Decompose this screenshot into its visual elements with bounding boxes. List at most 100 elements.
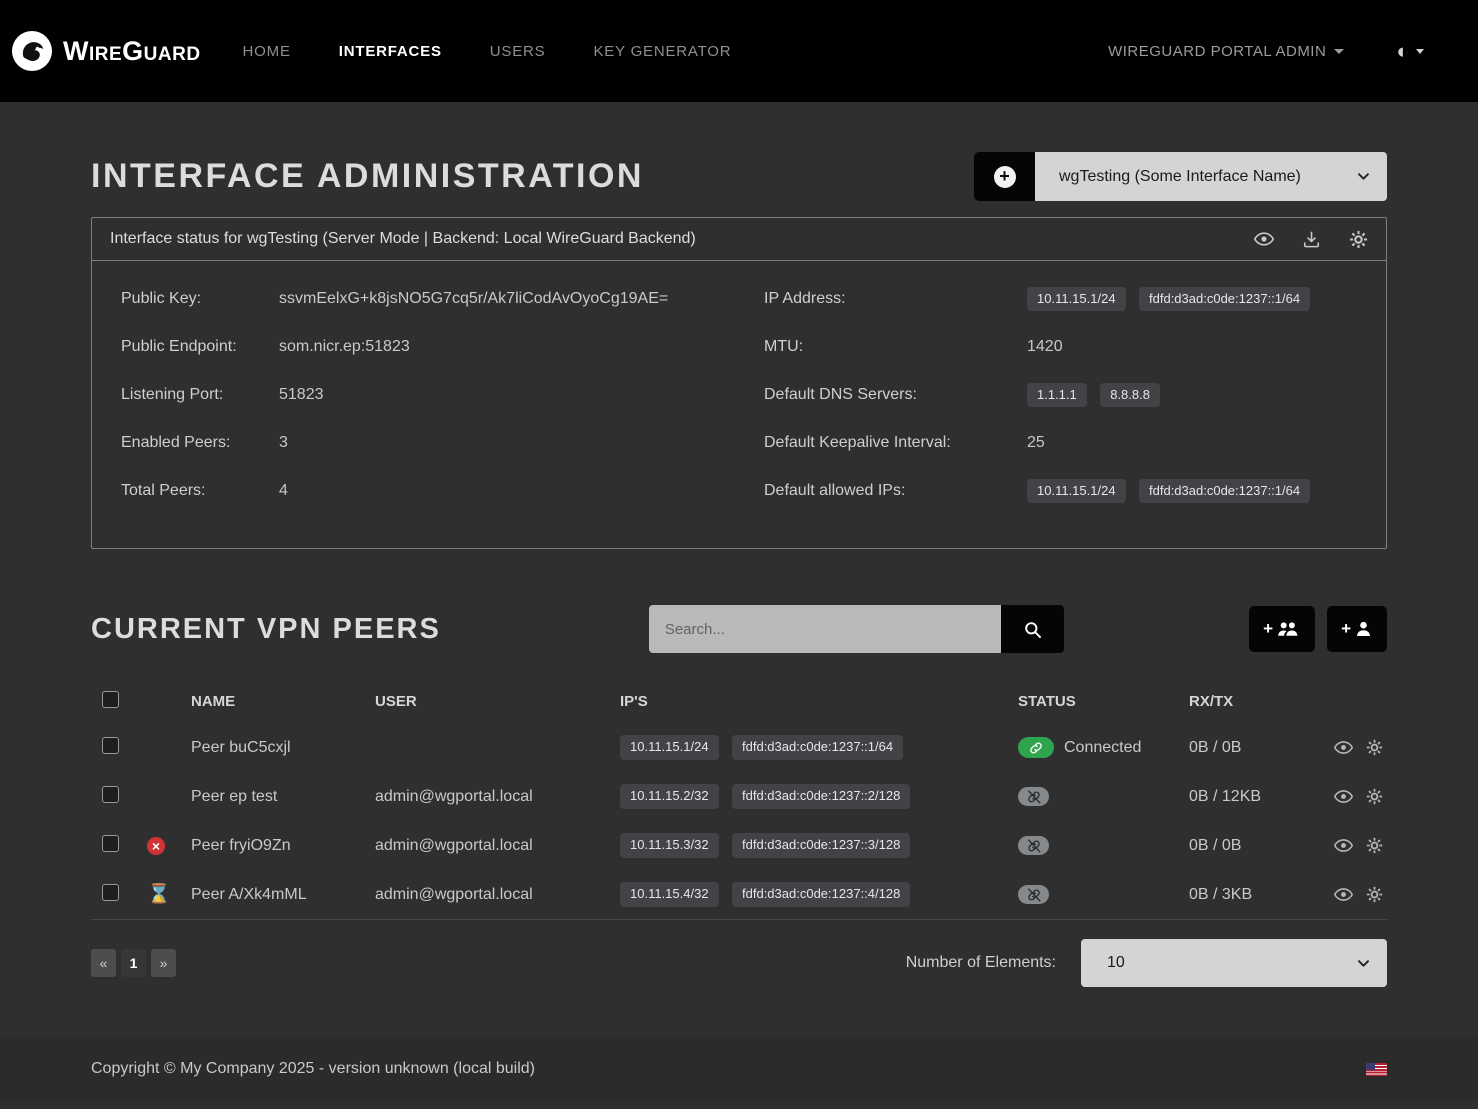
field-label: Default allowed IPs: [764,482,1027,500]
peer-status [1018,885,1189,904]
elements-select[interactable]: 10 [1081,939,1387,987]
user-menu-dropdown[interactable]: WIREGUARD PORTAL ADMIN [1108,43,1344,60]
ip-badge: 10.11.15.3/32 [620,833,719,857]
peer-name: Peer ep test [191,788,375,806]
row-checkbox[interactable] [102,884,119,901]
interface-card-tools [1254,229,1368,249]
field-label: Total Peers: [121,482,279,500]
download-icon [1302,230,1321,249]
peer-actions [1323,885,1387,904]
peer-flag: × ⌛ [147,837,191,855]
field-value: 51823 [279,386,324,404]
field-label: IP Address: [764,290,1027,308]
copyright-text: Copyright © My Company 2025 - version un… [91,1060,535,1078]
peer-rxtx: 0B / 0B [1189,739,1323,757]
ip-badge: fdfd:d3ad:c0de:1237::1/64 [1139,479,1310,503]
download-config-button[interactable] [1302,230,1321,249]
row-checkbox[interactable] [102,786,119,803]
ip-badge: 10.11.15.1/24 [620,735,719,759]
nav-item-interfaces[interactable]: INTERFACES [339,43,442,60]
table-footer: « 1 » Number of Elements: 10 [91,939,1387,987]
nav-item-home[interactable]: HOME [243,43,291,60]
add-multiple-peers-button[interactable]: + [1249,606,1315,652]
peer-actions [1323,836,1387,855]
peer-user: admin@wgportal.local [375,788,620,806]
peer-settings-button[interactable] [1366,787,1383,806]
link-slash-icon [1018,787,1049,806]
search-button[interactable] [1001,605,1064,653]
column-header-ips: IP'S [620,693,1018,710]
search-icon [1023,620,1042,639]
theme-toggle-dropdown[interactable]: ◐ [1396,41,1424,62]
wireguard-logo-icon [10,29,54,73]
dns-badge: 1.1.1.1 [1027,383,1087,407]
elements-per-page: Number of Elements: 10 [906,939,1387,987]
field-value: ssvmEelxG+k8jsNO5G7cq5r/Ak7liCodAvOyoCg1… [279,290,668,308]
nav-item-key-generator[interactable]: KEY GENERATOR [593,43,731,60]
field-label: Public Endpoint: [121,338,279,356]
ip-badge: 10.11.15.1/24 [1027,287,1126,311]
peer-settings-button[interactable] [1366,738,1383,757]
peer-view-button[interactable] [1334,885,1353,904]
peer-settings-button[interactable] [1366,836,1383,855]
eye-icon [1334,836,1353,855]
pagination: « 1 » [91,949,176,977]
badge-group: 10.11.15.1/24 fdfd:d3ad:c0de:1237::1/64 [1027,287,1319,311]
pagination-page-1[interactable]: 1 [121,949,146,977]
interface-card-body: Public Key: ssvmEelxG+k8jsNO5G7cq5r/Ak7l… [92,261,1386,548]
peer-user: admin@wgportal.local [375,837,620,855]
field-label: Public Key: [121,290,279,308]
select-all-checkbox[interactable] [102,691,119,708]
add-peer-button[interactable]: + [1327,606,1387,652]
peer-ips: 10.11.15.1/24 fdfd:d3ad:c0de:1237::1/64 [620,735,1018,759]
link-slash-icon [1018,885,1049,904]
top-navbar: WireGuard HOME INTERFACES USERS KEY GENE… [0,0,1478,102]
interface-settings-button[interactable] [1349,230,1368,249]
peer-user: admin@wgportal.local [375,886,620,904]
us-flag-icon[interactable] [1366,1063,1387,1076]
peer-search [649,605,1064,653]
plus-circle-icon: + [994,166,1016,188]
pagination-next-button[interactable]: » [151,949,176,977]
peer-ips: 10.11.15.2/32 fdfd:d3ad:c0de:1237::2/128 [620,784,1018,808]
interface-select-value: wgTesting (Some Interface Name) [1059,168,1301,186]
interface-card-header: Interface status for wgTesting (Server M… [92,218,1386,261]
table-row: × ⌛ Peer fryiO9Zn admin@wgportal.local 1… [91,821,1387,870]
peer-settings-button[interactable] [1366,885,1383,904]
add-interface-button[interactable]: + [974,152,1035,201]
plus-icon: + [1263,619,1273,639]
ip-badge: 10.11.15.1/24 [1027,479,1126,503]
ip-badge: 10.11.15.4/32 [620,882,719,906]
field-label: Enabled Peers: [121,434,279,452]
interface-select[interactable]: wgTesting (Some Interface Name) [1035,152,1387,201]
table-header-row: NAME USER IP'S STATUS RX/TX [91,679,1387,723]
peer-view-button[interactable] [1334,738,1353,757]
brand-logo[interactable]: WireGuard [10,29,201,73]
eye-icon [1334,787,1353,806]
pagination-prev-button[interactable]: « [91,949,116,977]
row-checkbox[interactable] [102,835,119,852]
page-footer: Copyright © My Company 2025 - version un… [0,1037,1478,1101]
nav-item-users[interactable]: USERS [490,43,546,60]
column-header-name: NAME [191,693,375,710]
peer-ips: 10.11.15.3/32 fdfd:d3ad:c0de:1237::3/128 [620,833,1018,857]
error-icon: × [147,837,165,855]
field-label: Default DNS Servers: [764,386,1027,404]
peer-view-button[interactable] [1334,836,1353,855]
interface-controls: + wgTesting (Some Interface Name) [974,152,1387,201]
peer-view-button[interactable] [1334,787,1353,806]
peer-search-input[interactable] [649,605,1001,653]
brand-name: WireGuard [63,36,201,67]
table-row: × ⌛ Peer buC5cxjl 10.11.15.1/24 fdfd:d3a… [91,723,1387,772]
caret-down-icon [1416,49,1424,54]
view-config-button[interactable] [1254,229,1274,249]
row-checkbox[interactable] [102,737,119,754]
ip-badge: fdfd:d3ad:c0de:1237::2/128 [732,784,910,808]
peers-title: CURRENT VPN PEERS [91,613,441,646]
table-row: × ⌛ Peer A/Xk4mML admin@wgportal.local 1… [91,870,1387,919]
field-public-key: Public Key: ssvmEelxG+k8jsNO5G7cq5r/Ak7l… [121,275,739,323]
field-default-dns: Default DNS Servers: 1.1.1.1 8.8.8.8 [764,371,1357,419]
peer-name: Peer fryiO9Zn [191,837,375,855]
chevron-down-icon [1356,169,1371,184]
gear-icon [1366,739,1383,756]
